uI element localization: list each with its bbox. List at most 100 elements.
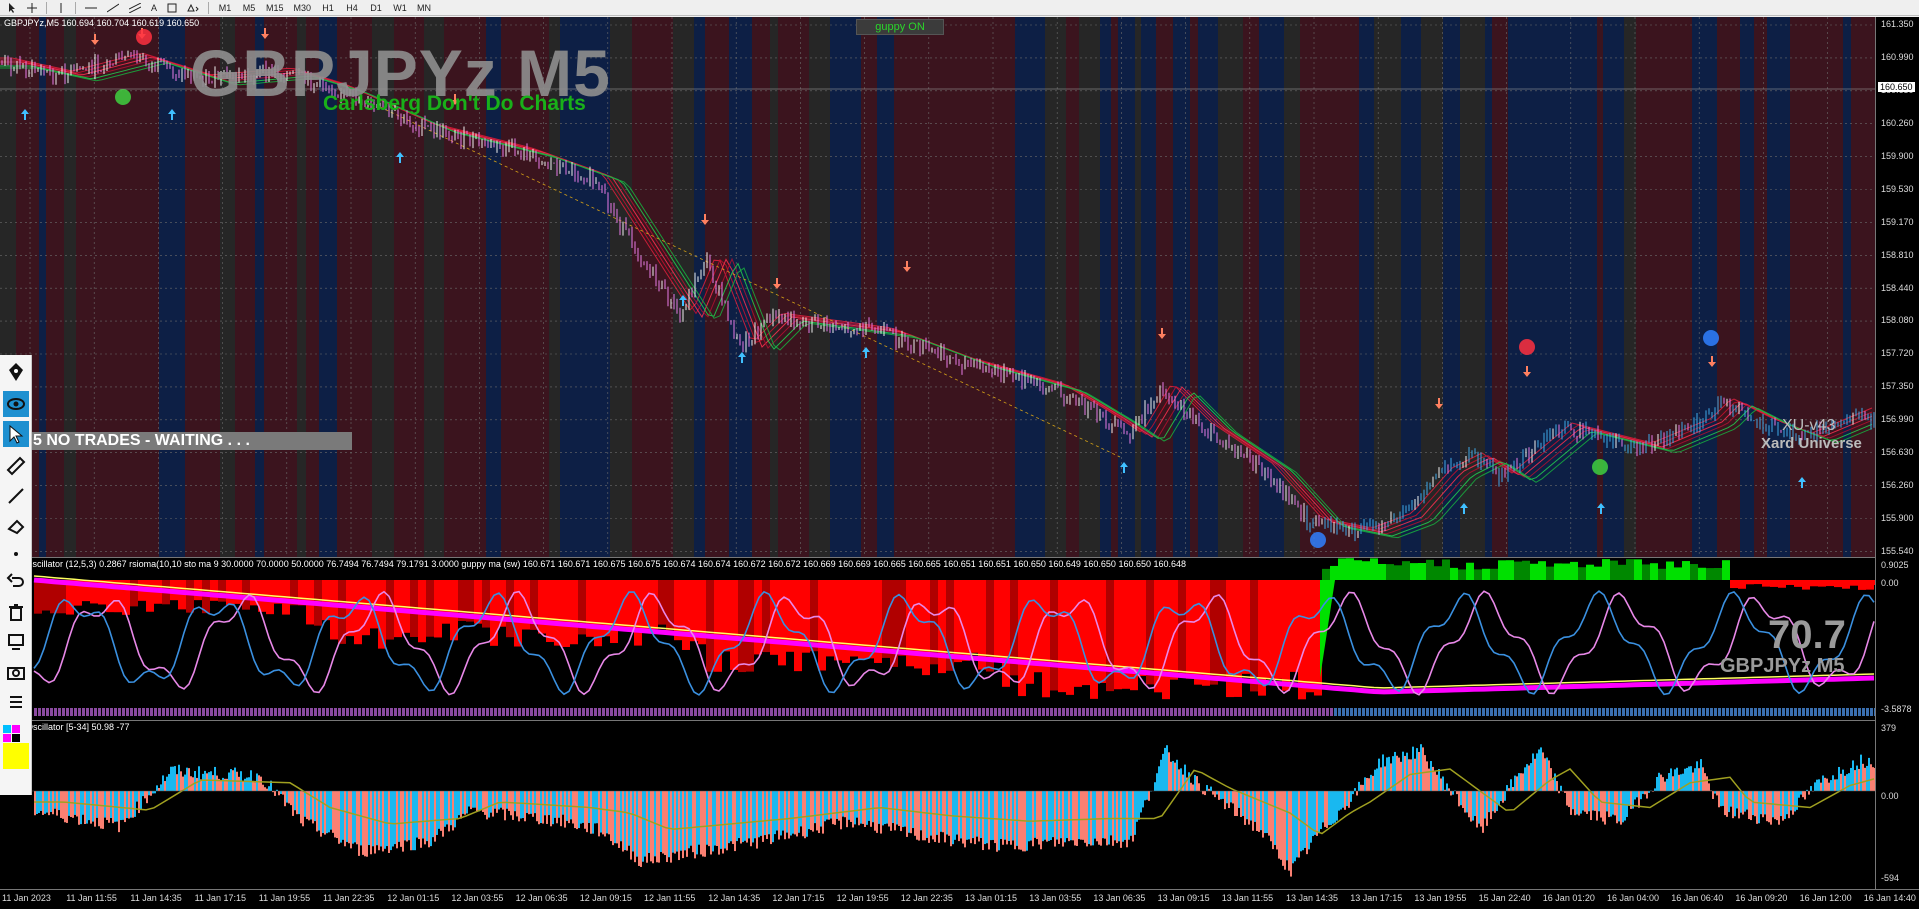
chart-window[interactable]: GBPJPYz,M5 160.694 160.704 160.619 160.6… [0,17,1919,908]
eraser-icon[interactable] [3,513,29,539]
price-chart-pane[interactable]: GBPJPYz,M5 160.694 160.704 160.619 160.6… [0,17,1875,557]
volume-tick [810,708,813,716]
elliott-bar [616,791,618,843]
elliott-bar [1282,791,1284,866]
elliott-bar [1694,768,1696,791]
eye-icon[interactable] [3,391,29,417]
elliott-bar [660,791,662,852]
elliott-bar [1288,791,1290,871]
volume-tick [1450,708,1453,716]
volume-tick [778,708,781,716]
volume-tick [1486,708,1489,716]
oscillator-bar [1778,580,1786,588]
price-axis-label: 157.720 [1881,348,1914,358]
time-axis-label: 16 Jan 14:40 [1864,893,1916,903]
elliott-bar [1676,768,1678,791]
time-axis[interactable]: 11 Jan 202311 Jan 11:5511 Jan 14:3511 Ja… [0,889,1919,909]
elliott-bar [874,791,876,831]
timeframe-m5[interactable]: M5 [238,1,260,15]
crosshair-icon[interactable] [23,1,41,15]
background-band [1655,17,1679,557]
oscillator-bar [1066,580,1074,695]
vertical-line-icon[interactable] [52,1,70,15]
timeframe-d1[interactable]: D1 [365,1,387,15]
time-axis-label: 12 Jan 17:15 [772,893,824,903]
elliott-bar [396,791,398,848]
elliott-bar [94,791,96,827]
elliott-bar [1242,791,1244,816]
trash-icon[interactable] [3,599,29,625]
elliott-bar [986,791,988,843]
list-icon[interactable] [3,689,29,715]
background-band [1558,17,1570,557]
elliott-bar [1374,770,1376,791]
elliott-bar [894,791,896,830]
oscillator-bar [42,580,50,611]
elliott-bar [768,791,770,834]
elliott-bar [898,791,900,826]
camera-icon[interactable] [3,659,29,685]
channel-icon[interactable] [125,1,145,15]
label-tool-icon[interactable] [163,1,181,15]
text-tool-icon[interactable]: A [147,1,161,15]
horizontal-line-icon[interactable] [81,1,101,15]
elliott-bar [1296,791,1298,857]
volume-tick [114,708,117,716]
oscillator-bar [1794,580,1802,587]
trendline-icon[interactable] [103,1,123,15]
volume-tick [1158,708,1161,716]
volume-tick [402,708,405,716]
elliott-bar [364,791,366,856]
guppy-toggle-button[interactable]: guppy ON [856,19,944,35]
dot-icon[interactable] [3,541,29,567]
timeframe-m15[interactable]: M15 [262,1,288,15]
oscillator-pane[interactable]: Xard Oscillator (12,5,3) 0.2867 rsioma(1… [0,558,1875,720]
elliott-bar [1426,761,1428,791]
oscillator-bar [34,580,42,614]
elliott-bar [1146,791,1148,800]
elliott-bar [122,791,124,820]
elliott-oscillator-pane[interactable]: Elliot Oscillator [5-34] 50.98 -77 [0,721,1875,889]
volume-tick [1434,708,1437,716]
elliott-bar [1400,762,1402,791]
price-axis-label: 158.810 [1881,250,1914,260]
elliott-bar [814,791,816,823]
elliott-bar [892,791,894,823]
color-palette-icon[interactable] [3,725,29,771]
timeframe-mn[interactable]: MN [413,1,435,15]
elliott-bar [314,791,316,821]
select-arrow-icon[interactable] [3,421,29,447]
elliott-bar [1596,791,1598,821]
oscillator-bar [1434,566,1442,580]
oscillator-bar [778,580,786,665]
screen-icon[interactable] [3,629,29,655]
volume-tick [886,708,889,716]
oscillator-bar [1042,580,1050,697]
timeframe-h1[interactable]: H1 [317,1,339,15]
timeframe-w1[interactable]: W1 [389,1,411,15]
volume-tick [1526,708,1529,716]
shapes-tool-icon[interactable] [183,1,203,15]
line-tool-icon[interactable] [3,483,29,509]
drawing-tools-panel [0,355,32,795]
ruler-icon[interactable] [3,453,29,479]
price-axis[interactable]: 161.350160.990160.650160.260159.900159.5… [1875,17,1919,889]
oscillator-bar [642,580,650,629]
timeframe-h4[interactable]: H4 [341,1,363,15]
volume-tick [1346,708,1349,716]
pen-icon[interactable] [3,359,29,385]
timeframe-m30[interactable]: M30 [290,1,316,15]
volume-tick [502,708,505,716]
cursor-icon[interactable] [4,1,21,15]
undo-icon[interactable] [3,569,29,595]
volume-tick [874,708,877,716]
elliott-bar [250,770,252,791]
elliott-bar [1560,786,1562,791]
background-band [1323,17,1340,557]
volume-tick [526,708,529,716]
elliott-bar [450,791,452,825]
elliott-bar [438,791,440,829]
timeframe-m1[interactable]: M1 [214,1,236,15]
elliott-bar [1272,791,1274,849]
oscillator-bar [1162,580,1170,699]
